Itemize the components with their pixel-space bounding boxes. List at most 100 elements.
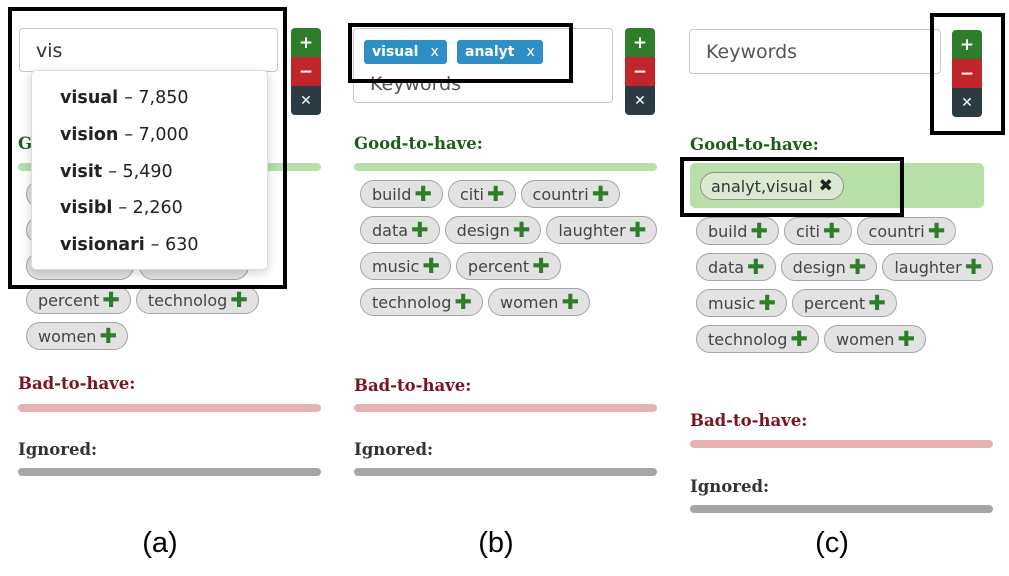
tag-chip-data[interactable]: data ✚ xyxy=(360,216,440,244)
plus-icon[interactable]: ✚ xyxy=(411,219,429,241)
tag-list: percent ✚ technolog ✚ women ✚ xyxy=(26,286,326,350)
tag-label: women xyxy=(38,326,97,346)
ignored-dropzone[interactable] xyxy=(18,468,321,476)
tag-chip-technolog[interactable]: technolog ✚ xyxy=(135,286,259,314)
tag-chip-music[interactable]: music ✚ xyxy=(360,252,451,280)
panel-caption: (c) xyxy=(815,527,849,559)
highlight-frame xyxy=(8,7,287,289)
plus-icon[interactable]: ✚ xyxy=(532,255,550,277)
panel-caption: (b) xyxy=(478,527,514,559)
plus-icon[interactable]: ✚ xyxy=(747,256,765,278)
add-bad-button[interactable]: − xyxy=(625,57,655,86)
tag-label: percent xyxy=(38,290,100,310)
good-to-have-label: Good-to-have: xyxy=(690,135,819,154)
plus-icon[interactable]: ✚ xyxy=(487,183,505,205)
plus-icon[interactable]: ✚ xyxy=(102,289,120,311)
tag-chip-build[interactable]: build ✚ xyxy=(696,217,779,245)
add-good-button[interactable]: + xyxy=(625,28,655,57)
plus-icon[interactable]: ✚ xyxy=(629,219,647,241)
tag-label: countri xyxy=(868,221,925,241)
plus-icon[interactable]: ✚ xyxy=(965,256,983,278)
tag-chip-citi[interactable]: citi ✚ xyxy=(447,180,516,208)
tag-chip-design[interactable]: design ✚ xyxy=(444,216,542,244)
tag-label: laughter xyxy=(558,220,626,240)
plus-icon[interactable]: ✚ xyxy=(897,328,915,350)
tag-label: design xyxy=(456,220,510,240)
tag-label: women xyxy=(499,292,559,312)
tag-label: technolog xyxy=(708,329,788,349)
clear-button[interactable]: ✕ xyxy=(625,86,655,115)
tag-chip-women[interactable]: women ✚ xyxy=(487,288,591,316)
add-bad-button[interactable]: − xyxy=(291,57,321,86)
tag-label: data xyxy=(372,220,409,240)
keyword-search-input[interactable]: Keywords xyxy=(689,29,941,74)
bad-to-have-label: Bad-to-have: xyxy=(354,376,472,395)
tag-label: technolog xyxy=(147,290,228,310)
plus-icon[interactable]: ✚ xyxy=(790,328,808,350)
tag-chip-citi[interactable]: citi ✚ xyxy=(783,217,852,245)
highlight-frame xyxy=(930,13,1005,135)
tag-chip-laughter[interactable]: laughter ✚ xyxy=(546,216,658,244)
plus-icon[interactable]: ✚ xyxy=(99,325,117,347)
ignored-dropzone[interactable] xyxy=(690,505,993,513)
tag-list: build ✚ citi ✚ countri ✚ data ✚ design ✚ laug… xyxy=(360,180,660,316)
bad-to-have-label: Bad-to-have: xyxy=(18,374,136,393)
bad-to-have-dropzone[interactable] xyxy=(690,440,993,448)
action-buttons: + − ✕ xyxy=(625,28,655,115)
tag-label: music xyxy=(708,293,756,313)
add-good-button[interactable]: + xyxy=(291,28,321,57)
tag-chip-women[interactable]: women ✚ xyxy=(26,322,129,350)
tag-chip-countri[interactable]: countri ✚ xyxy=(856,217,957,245)
bad-to-have-dropzone[interactable] xyxy=(18,404,321,412)
plus-icon[interactable]: ✚ xyxy=(849,256,867,278)
tag-label: build xyxy=(372,184,412,204)
tag-label: citi xyxy=(795,221,820,241)
plus-icon[interactable]: ✚ xyxy=(750,220,768,242)
tag-chip-data[interactable]: data ✚ xyxy=(696,253,776,281)
panel-b: Keywords visual x analyt x + − ✕ Good-to-h… xyxy=(336,0,658,576)
tag-label: percent xyxy=(467,256,530,276)
bad-to-have-dropzone[interactable] xyxy=(354,404,657,412)
ignored-label: Ignored: xyxy=(690,477,770,496)
tag-label: data xyxy=(708,257,745,277)
tag-chip-women[interactable]: women ✚ xyxy=(823,325,927,353)
plus-icon[interactable]: ✚ xyxy=(414,183,432,205)
ignored-dropzone[interactable] xyxy=(354,468,657,476)
tag-chip-build[interactable]: build ✚ xyxy=(360,180,443,208)
tag-chip-technolog[interactable]: technolog ✚ xyxy=(360,288,483,316)
plus-icon[interactable]: ✚ xyxy=(928,220,946,242)
plus-icon[interactable]: ✚ xyxy=(230,289,248,311)
good-to-have-label: Good-to-have: xyxy=(354,134,483,153)
clear-button[interactable]: ✕ xyxy=(291,86,321,115)
highlight-frame xyxy=(680,157,904,217)
tag-chip-percent[interactable]: percent ✚ xyxy=(455,252,561,280)
tag-label: build xyxy=(708,221,748,241)
tag-chip-countri[interactable]: countri ✚ xyxy=(520,180,621,208)
tag-chip-design[interactable]: design ✚ xyxy=(780,253,878,281)
tag-chip-laughter[interactable]: laughter ✚ xyxy=(882,253,994,281)
plus-icon[interactable]: ✚ xyxy=(454,291,472,313)
tag-chip-percent[interactable]: percent ✚ xyxy=(26,286,131,314)
tag-label: design xyxy=(792,257,846,277)
tag-label: percent xyxy=(803,293,866,313)
plus-icon[interactable]: ✚ xyxy=(513,219,531,241)
tag-chip-music[interactable]: music ✚ xyxy=(696,289,787,317)
tag-label: music xyxy=(372,256,420,276)
good-to-have-dropzone[interactable] xyxy=(354,163,657,171)
plus-icon[interactable]: ✚ xyxy=(868,292,886,314)
panel-c: Keywords + − ✕ Good-to-have: analyt,visu… xyxy=(672,0,1005,576)
plus-icon[interactable]: ✚ xyxy=(758,292,776,314)
plus-icon[interactable]: ✚ xyxy=(422,255,440,277)
tag-chip-technolog[interactable]: technolog ✚ xyxy=(696,325,819,353)
panel-caption: (a) xyxy=(142,527,178,559)
plus-icon[interactable]: ✚ xyxy=(592,183,610,205)
plus-icon[interactable]: ✚ xyxy=(823,220,841,242)
tag-chip-percent[interactable]: percent ✚ xyxy=(791,289,897,317)
tag-label: countri xyxy=(532,184,589,204)
panel-a: vis + − ✕ Good-to-have: percent✚ technol… xyxy=(0,0,321,576)
plus-icon[interactable]: ✚ xyxy=(561,291,579,313)
action-buttons: + − ✕ xyxy=(291,28,321,115)
tag-label: citi xyxy=(459,184,484,204)
tag-list: build ✚ citi ✚ countri ✚ data ✚ design ✚ laug… xyxy=(696,217,996,353)
tag-label: technolog xyxy=(372,292,452,312)
